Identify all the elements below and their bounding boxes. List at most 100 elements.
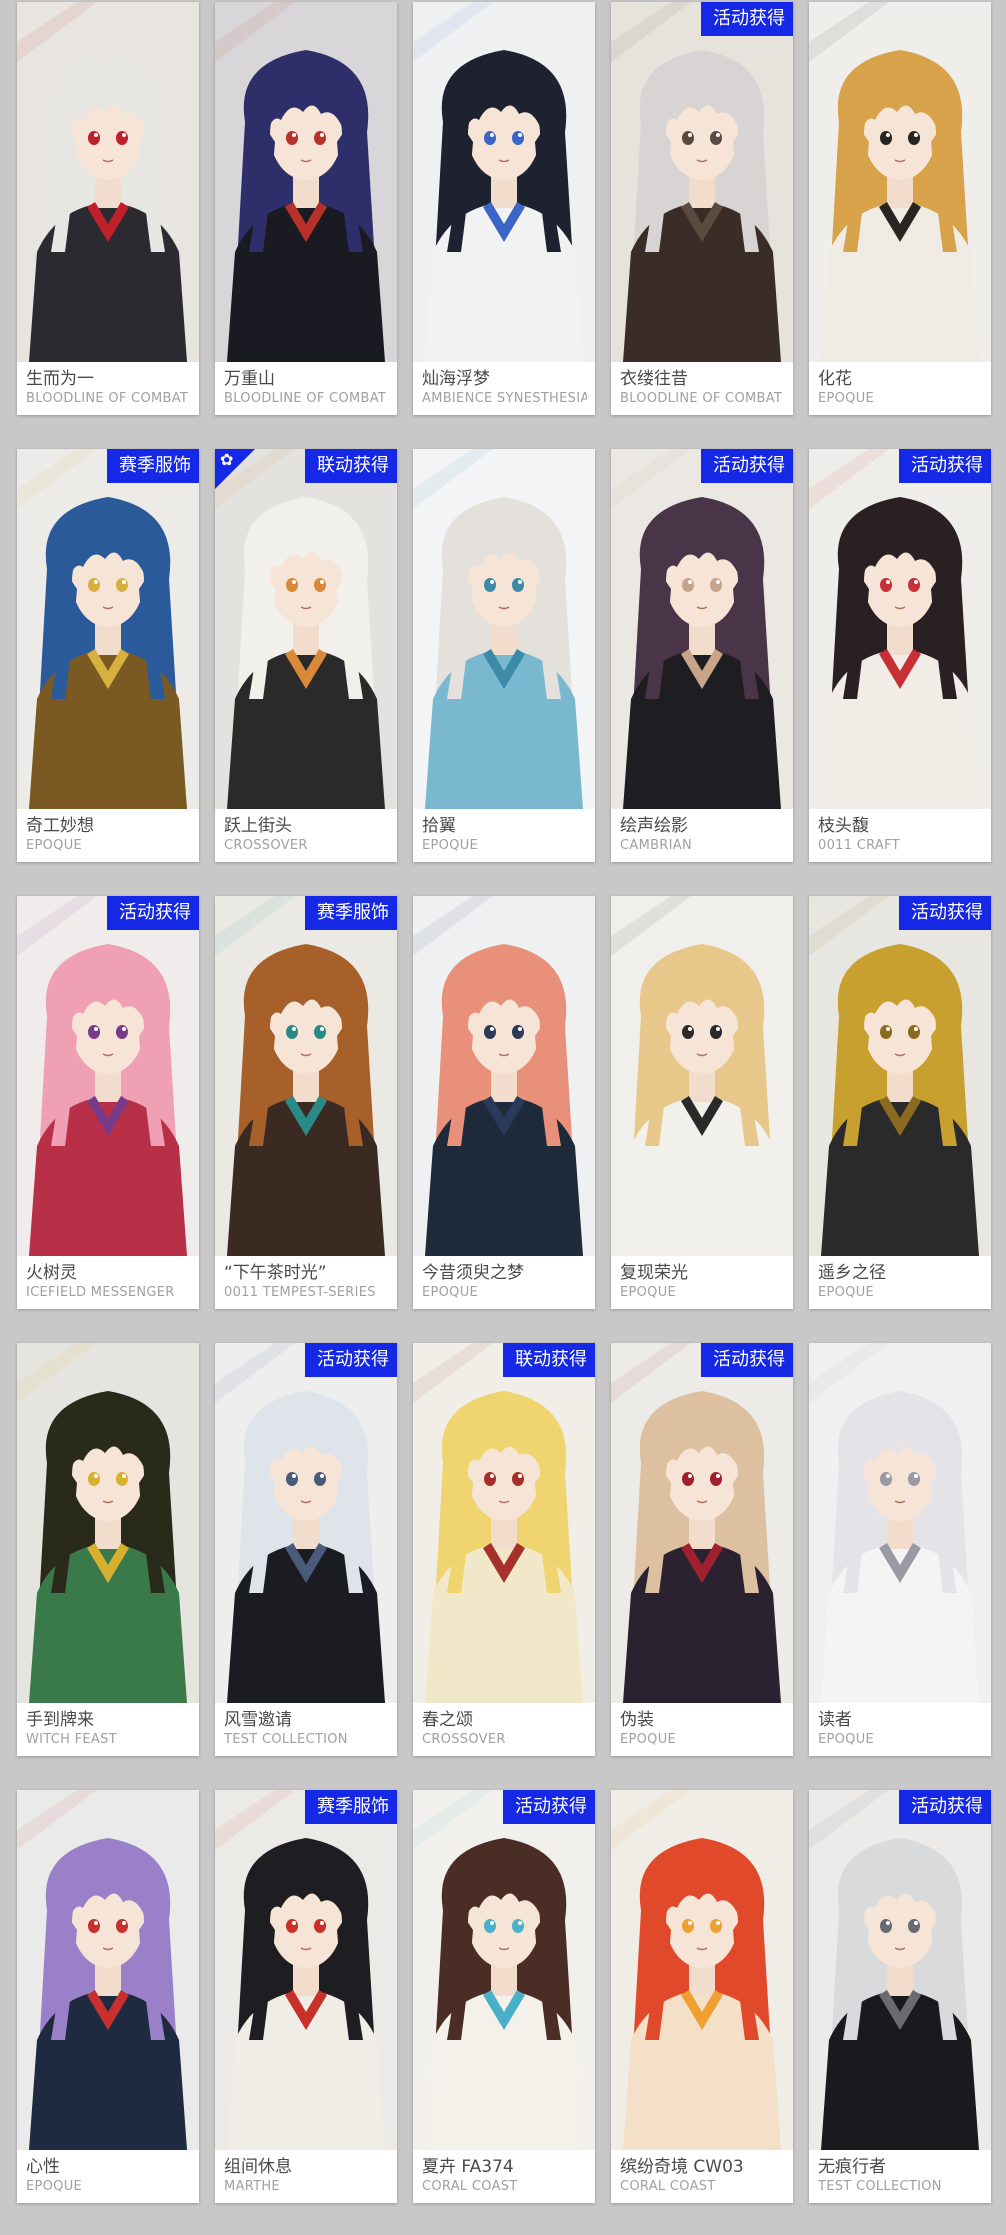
skin-art xyxy=(809,2,991,362)
character-illustration xyxy=(215,2,397,362)
skin-card[interactable]: 万重山 BLOODLINE OF COMBAT xyxy=(215,2,397,415)
skin-brand: EPOQUE xyxy=(620,1732,677,1747)
skin-caption: 遥乡之径 EPOQUE xyxy=(809,1256,991,1309)
skin-brand: EPOQUE xyxy=(620,1285,677,1300)
skin-caption: 春之颂 CROSSOVER xyxy=(413,1703,595,1756)
skin-card[interactable]: 缤纷奇境 CW03 CORAL COAST xyxy=(611,1790,793,2203)
character-illustration xyxy=(611,1790,793,2150)
skin-card[interactable]: 复现荣光 EPOQUE xyxy=(611,896,793,1309)
skin-card[interactable]: 赛季服饰 “下午茶时光” 0011 TEMPEST-SERIES xyxy=(215,896,397,1309)
skin-name: 夏卉 FA374 xyxy=(422,2157,514,2177)
skin-brand: MARTHE xyxy=(224,2179,280,2194)
skin-brand: 0011 TEMPEST-SERIES xyxy=(224,1285,376,1300)
skin-card[interactable]: 活动获得夏卉 FA374 CORAL COAST xyxy=(413,1790,595,2203)
acquisition-badge: 赛季服饰 xyxy=(305,896,397,930)
skin-card[interactable]: 心性 EPOQUE xyxy=(17,1790,199,2203)
skin-name: 衣缕往昔 xyxy=(620,369,688,389)
skin-caption: 夏卉 FA374 CORAL COAST xyxy=(413,2150,595,2203)
skin-brand: EPOQUE xyxy=(422,1285,479,1300)
character-illustration xyxy=(809,896,991,1256)
skin-caption: 拾翼 EPOQUE xyxy=(413,809,595,862)
skin-name: “下午茶时光” xyxy=(224,1263,327,1283)
skin-card[interactable]: ✿ 联动获得 跃上街头 CROSSOVER xyxy=(215,449,397,862)
skin-name: 火树灵 xyxy=(26,1263,77,1283)
skin-art xyxy=(17,1343,199,1703)
skin-caption: 风雪邀请 TEST COLLECTION xyxy=(215,1703,397,1756)
acquisition-badge: 活动获得 xyxy=(503,1790,595,1824)
skin-name: 遥乡之径 xyxy=(818,1263,886,1283)
skin-name: 读者 xyxy=(818,1710,852,1730)
skin-art xyxy=(611,2,793,362)
character-illustration xyxy=(413,449,595,809)
character-illustration xyxy=(17,896,199,1256)
skin-caption: 枝头馥 0011 CRAFT xyxy=(809,809,991,862)
skin-brand: ICEFIELD MESSENGER xyxy=(26,1285,175,1300)
skin-caption: 伪装 EPOQUE xyxy=(611,1703,793,1756)
skin-brand: CROSSOVER xyxy=(224,838,308,853)
character-illustration xyxy=(611,896,793,1256)
skin-brand: TEST COLLECTION xyxy=(224,1732,348,1747)
skin-card[interactable]: 活动获得 风雪邀请 TEST COLLECTION xyxy=(215,1343,397,1756)
skin-art xyxy=(809,1790,991,2150)
skin-art xyxy=(413,896,595,1256)
skin-card[interactable]: 活动获得 枝头馥 0011 CRAFT xyxy=(809,449,991,862)
skin-name: 复现荣光 xyxy=(620,1263,688,1283)
skin-card[interactable]: 活动获得 火树灵 ICEFIELD MESSENGER xyxy=(17,896,199,1309)
skin-name: 心性 xyxy=(26,2157,60,2177)
skin-card[interactable]: 活动获得 绘声绘影 CAMBRIAN xyxy=(611,449,793,862)
skin-card[interactable]: 化花 EPOQUE xyxy=(809,2,991,415)
skin-art xyxy=(17,2,199,362)
acquisition-badge: 联动获得 xyxy=(503,1343,595,1377)
skin-card[interactable]: 赛季服饰组间休息 MARTHE xyxy=(215,1790,397,2203)
character-illustration xyxy=(809,1790,991,2150)
skin-card[interactable]: 活动获得 衣缕往昔 BLOODLINE OF COMBAT xyxy=(611,2,793,415)
character-illustration xyxy=(611,1343,793,1703)
skin-art xyxy=(611,1790,793,2150)
skin-caption: 万重山 BLOODLINE OF COMBAT xyxy=(215,362,397,415)
skin-caption: 灿海浮梦 AMBIENCE SYNESTHESIA xyxy=(413,362,595,415)
skin-art xyxy=(809,1343,991,1703)
skin-brand: TEST COLLECTION xyxy=(818,2179,942,2194)
acquisition-badge: 活动获得 xyxy=(701,1343,793,1377)
acquisition-badge: 赛季服饰 xyxy=(305,1790,397,1824)
character-illustration xyxy=(17,2,199,362)
skin-card[interactable]: 赛季服饰 奇工妙想 EPOQUE xyxy=(17,449,199,862)
skin-brand: WITCH FEAST xyxy=(26,1732,117,1747)
skin-card[interactable]: 活动获得伪装 EPOQUE xyxy=(611,1343,793,1756)
character-illustration xyxy=(215,896,397,1256)
skin-art xyxy=(413,1343,595,1703)
skin-caption: 无痕行者 TEST COLLECTION xyxy=(809,2150,991,2203)
skin-art xyxy=(215,1790,397,2150)
skin-card[interactable]: 生而为一 BLOODLINE OF COMBAT xyxy=(17,2,199,415)
skin-caption: 手到牌来 WITCH FEAST xyxy=(17,1703,199,1756)
skin-name: 今昔须臾之梦 xyxy=(422,1263,524,1283)
skin-caption: 读者 EPOQUE xyxy=(809,1703,991,1756)
skin-card[interactable]: 活动获得 无痕行者 TEST COLLECTION xyxy=(809,1790,991,2203)
skin-brand: 0011 CRAFT xyxy=(818,838,900,853)
skin-card[interactable]: 今昔须臾之梦 EPOQUE xyxy=(413,896,595,1309)
skin-caption: 奇工妙想 EPOQUE xyxy=(17,809,199,862)
skin-card[interactable]: 联动获得春之颂 CROSSOVER xyxy=(413,1343,595,1756)
skin-card[interactable]: 手到牌来 WITCH FEAST xyxy=(17,1343,199,1756)
acquisition-badge: 联动获得 xyxy=(305,449,397,483)
skin-name: 缤纷奇境 CW03 xyxy=(620,2157,744,2177)
character-illustration xyxy=(17,1790,199,2150)
skin-name: 手到牌来 xyxy=(26,1710,94,1730)
skin-art xyxy=(215,449,397,809)
skin-brand: EPOQUE xyxy=(818,1732,875,1747)
skin-name: 组间休息 xyxy=(224,2157,292,2177)
skin-art xyxy=(611,896,793,1256)
character-illustration xyxy=(17,1343,199,1703)
skin-caption: 衣缕往昔 BLOODLINE OF COMBAT xyxy=(611,362,793,415)
skin-card[interactable]: 拾翼 EPOQUE xyxy=(413,449,595,862)
acquisition-badge: 活动获得 xyxy=(701,449,793,483)
skin-card[interactable]: 活动获得 遥乡之径 EPOQUE xyxy=(809,896,991,1309)
skin-art xyxy=(809,896,991,1256)
skin-name: 伪装 xyxy=(620,1710,654,1730)
skin-card[interactable]: 读者 EPOQUE xyxy=(809,1343,991,1756)
skin-card[interactable]: 灿海浮梦 AMBIENCE SYNESTHESIA xyxy=(413,2,595,415)
skin-art xyxy=(413,1790,595,2150)
skin-art xyxy=(809,449,991,809)
skin-name: 化花 xyxy=(818,369,852,389)
skin-art xyxy=(215,2,397,362)
